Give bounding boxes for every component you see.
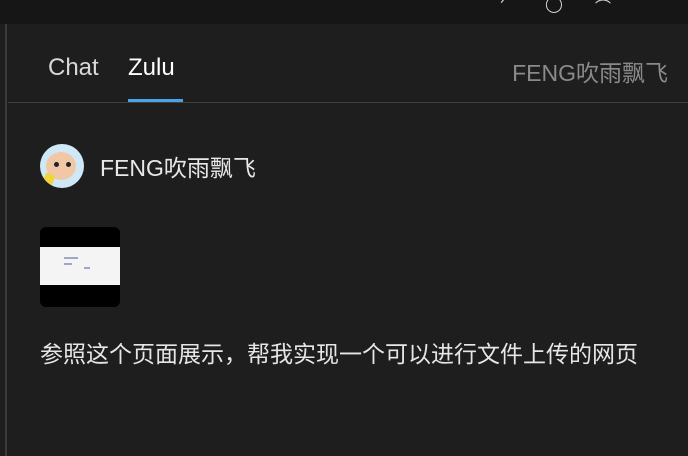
- tab-zulu[interactable]: Zulu: [128, 54, 175, 82]
- tab-bar: Chat Zulu FENG吹雨飘飞: [8, 24, 688, 103]
- toolbar-icon-2[interactable]: ⌒: [595, 0, 611, 18]
- active-tab-indicator: [128, 99, 183, 102]
- message-author: FENG吹雨飘飞: [100, 155, 256, 181]
- header-user-name[interactable]: FENG吹雨飘飞: [512, 54, 668, 88]
- message-text: 参照这个页面展示，帮我实现一个可以进行文件上传的网页: [40, 342, 638, 368]
- tab-chat[interactable]: Chat: [48, 54, 99, 82]
- attachment-thumbnail[interactable]: [40, 227, 120, 307]
- window-top-bar: ᐟ ◯ ⌒: [0, 0, 688, 24]
- avatar-icon[interactable]: [40, 144, 84, 188]
- message-header: FENG吹雨飘飞: [40, 144, 256, 188]
- toolbar-icon-1[interactable]: ᐟ: [500, 0, 507, 13]
- sidebar-divider: [5, 24, 7, 456]
- account-icon[interactable]: ◯: [545, 0, 563, 13]
